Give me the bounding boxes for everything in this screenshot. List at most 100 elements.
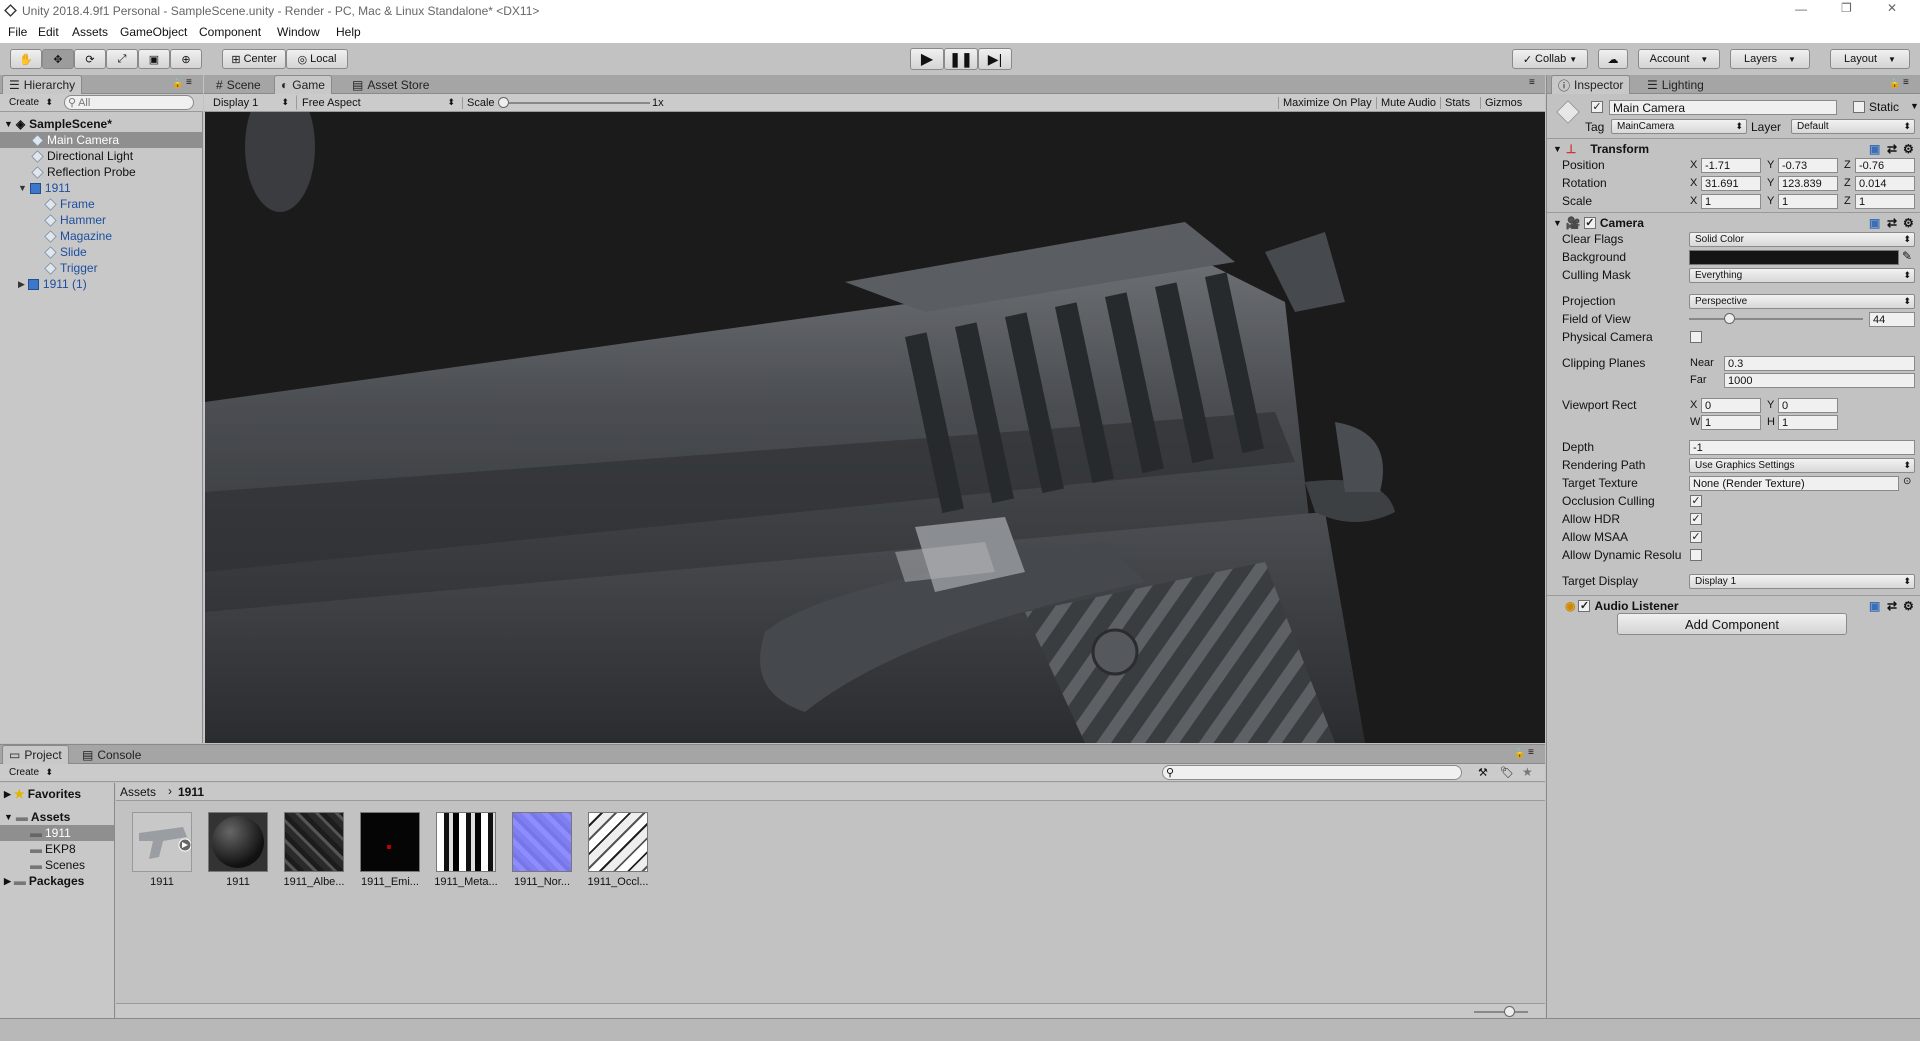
asset-thumb-1911-material[interactable]: [208, 812, 268, 872]
hierarchy-item-directional-light[interactable]: Directional Light: [0, 148, 202, 164]
object-name-field[interactable]: Main Camera: [1609, 100, 1837, 115]
gear-icon[interactable]: ⚙: [1903, 599, 1914, 613]
project-search-input[interactable]: ⚲: [1162, 765, 1462, 780]
thumbnail-size-slider[interactable]: [1474, 1006, 1528, 1017]
panel-menu-icon[interactable]: ≡: [1903, 77, 1909, 88]
menu-edit[interactable]: Edit: [38, 25, 59, 39]
play-button[interactable]: ▶: [910, 48, 944, 70]
scene-row[interactable]: ▼ ◈ SampleScene*: [0, 116, 202, 132]
tab-scene[interactable]: # Scene: [210, 75, 267, 94]
static-dropdown-arrow-icon[interactable]: ▼: [1910, 101, 1919, 111]
add-component-button[interactable]: Add Component: [1617, 613, 1847, 635]
project-create-dropdown[interactable]: Create: [4, 765, 56, 780]
tab-inspector[interactable]: ⓘ Inspector: [1551, 75, 1631, 94]
folder-scenes[interactable]: ▬ Scenes: [0, 857, 114, 873]
account-button[interactable]: Account ▼: [1638, 49, 1720, 69]
clear-flags-dropdown[interactable]: Solid Color: [1689, 232, 1915, 247]
cloud-button[interactable]: ☁: [1598, 49, 1628, 69]
assets-row[interactable]: ▼ ▬ Assets: [0, 809, 114, 825]
tab-game[interactable]: ◐ Game: [274, 75, 332, 94]
rotation-z-field[interactable]: 0.014: [1855, 176, 1915, 191]
tab-asset-store[interactable]: ▤ Asset Store: [346, 75, 435, 94]
hierarchy-item-1911[interactable]: ▼ 1911: [0, 180, 202, 196]
fov-slider[interactable]: [1689, 313, 1863, 324]
pivot-local-button[interactable]: ◎ Local: [286, 49, 348, 69]
rotate-tool-button[interactable]: ⟳: [74, 49, 106, 69]
eyedropper-icon[interactable]: ✎: [1902, 249, 1912, 263]
tab-project[interactable]: ▭ Project: [2, 745, 69, 764]
hierarchy-search-input[interactable]: ⚲ All: [64, 95, 194, 110]
projection-dropdown[interactable]: Perspective: [1689, 294, 1915, 309]
fov-field[interactable]: 44: [1869, 312, 1915, 327]
layer-dropdown[interactable]: Default: [1791, 119, 1915, 134]
breadcrumb-1911[interactable]: 1911: [178, 785, 204, 799]
hierarchy-item-frame[interactable]: Frame: [0, 196, 202, 212]
tab-hierarchy[interactable]: ☰ Hierarchy: [2, 75, 83, 94]
restore-button[interactable]: ❐: [1841, 1, 1852, 15]
move-tool-button[interactable]: ✥: [42, 49, 74, 69]
stats-button[interactable]: Stats: [1440, 97, 1470, 109]
collapse-arrow-icon[interactable]: ▶: [4, 789, 11, 800]
step-button[interactable]: ▶|: [978, 48, 1012, 70]
static-checkbox[interactable]: [1853, 101, 1865, 113]
far-field[interactable]: 1000: [1724, 373, 1915, 388]
maximize-on-play-button[interactable]: Maximize On Play: [1278, 97, 1372, 109]
asset-thumb-normal[interactable]: [512, 812, 572, 872]
layout-button[interactable]: Layout ▼: [1830, 49, 1910, 69]
object-picker-icon[interactable]: ⊙: [1903, 476, 1911, 487]
display-dropdown[interactable]: Display 1: [208, 95, 292, 110]
dynamic-resolution-checkbox[interactable]: [1690, 549, 1702, 561]
menu-help[interactable]: Help: [336, 25, 361, 39]
expand-arrow-icon[interactable]: ▼: [4, 119, 13, 129]
occlusion-culling-checkbox[interactable]: ✓: [1690, 495, 1702, 507]
panel-menu-icon[interactable]: ≡: [1528, 747, 1534, 758]
panel-menu-icon[interactable]: ≡: [1529, 77, 1535, 88]
viewport-y-field[interactable]: 0: [1778, 398, 1838, 413]
hierarchy-create-dropdown[interactable]: Create: [4, 95, 56, 110]
rotation-y-field[interactable]: 123.839: [1778, 176, 1838, 191]
favorite-star-icon[interactable]: ★: [1522, 765, 1533, 779]
menu-component[interactable]: Component: [199, 25, 261, 39]
hierarchy-item-hammer[interactable]: Hammer: [0, 212, 202, 228]
target-display-dropdown[interactable]: Display 1: [1689, 574, 1915, 589]
object-active-checkbox[interactable]: ✓: [1591, 101, 1603, 113]
viewport-h-field[interactable]: 1: [1778, 415, 1838, 430]
game-render-viewport[interactable]: [205, 112, 1545, 743]
hierarchy-item-1911-copy[interactable]: ▶ 1911 (1): [0, 276, 202, 292]
collapse-arrow-icon[interactable]: ▶: [18, 279, 25, 290]
mute-audio-button[interactable]: Mute Audio: [1376, 97, 1436, 109]
hierarchy-item-reflection-probe[interactable]: Reflection Probe: [0, 164, 202, 180]
fov-slider-thumb[interactable]: [1723, 313, 1735, 324]
expand-arrow-icon[interactable]: ▼: [1553, 218, 1562, 228]
culling-mask-dropdown[interactable]: Everything: [1689, 268, 1915, 283]
folder-ekp8[interactable]: ▬ EKP8: [0, 841, 114, 857]
packages-row[interactable]: ▶ ▬ Packages: [0, 873, 114, 889]
gizmos-button[interactable]: Gizmos: [1480, 97, 1522, 109]
scale-y-field[interactable]: 1: [1778, 194, 1838, 209]
position-x-field[interactable]: -1.71: [1701, 158, 1761, 173]
tab-lighting[interactable]: ☰ Lighting: [1641, 75, 1710, 94]
camera-enabled-checkbox[interactable]: ✓: [1583, 216, 1596, 229]
rotation-x-field[interactable]: 31.691: [1701, 176, 1761, 191]
expand-arrow-icon[interactable]: ▼: [4, 812, 13, 822]
physical-camera-checkbox[interactable]: [1690, 331, 1702, 343]
pivot-center-button[interactable]: ⊞ Center: [222, 49, 286, 69]
menu-file[interactable]: File: [8, 25, 27, 39]
pause-button[interactable]: ❚❚: [944, 48, 978, 70]
help-icon[interactable]: ▣: [1869, 216, 1880, 230]
background-color-swatch[interactable]: [1689, 250, 1899, 265]
preset-icon[interactable]: ⇄: [1887, 142, 1897, 156]
layers-button[interactable]: Layers ▼: [1730, 49, 1810, 69]
hierarchy-item-magazine[interactable]: Magazine: [0, 228, 202, 244]
transform-header[interactable]: ▼ ⊥ Transform ▣ ⇄ ⚙: [1547, 138, 1920, 158]
viewport-x-field[interactable]: 0: [1701, 398, 1761, 413]
minimize-button[interactable]: —: [1795, 2, 1807, 16]
near-field[interactable]: 0.3: [1724, 356, 1915, 371]
position-y-field[interactable]: -0.73: [1778, 158, 1838, 173]
camera-header[interactable]: ▼ 🎥 ✓ Camera ▣ ⇄ ⚙: [1547, 212, 1920, 232]
collab-button[interactable]: ✓ Collab ▼: [1512, 49, 1588, 69]
expand-arrow-icon[interactable]: ▼: [18, 183, 27, 193]
audio-listener-enabled-checkbox[interactable]: ✓: [1578, 599, 1591, 612]
hand-tool-button[interactable]: ✋: [10, 49, 42, 69]
preset-icon[interactable]: ⇄: [1887, 216, 1897, 230]
